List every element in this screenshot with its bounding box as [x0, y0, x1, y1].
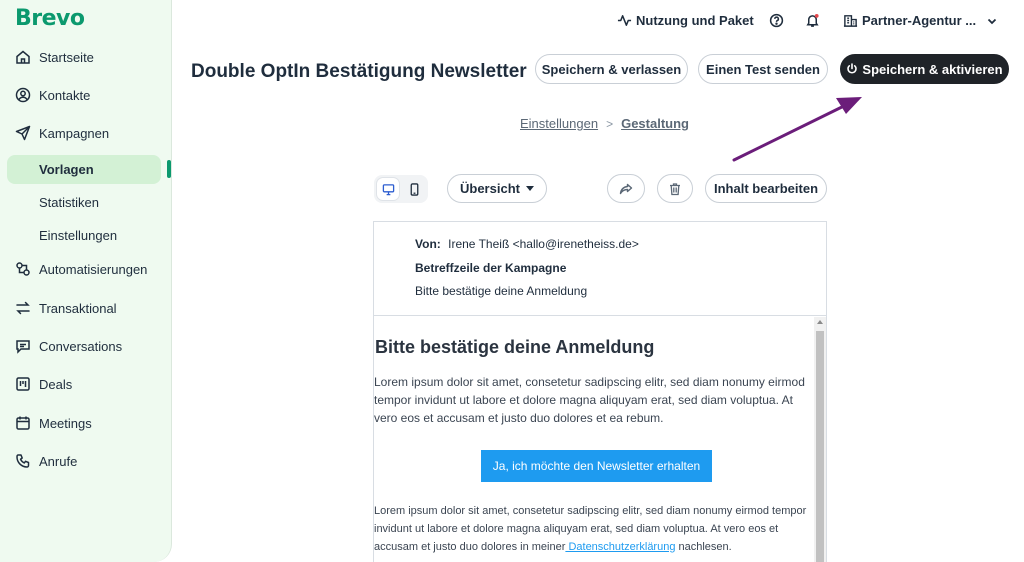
usage-plan-label: Nutzung und Paket — [636, 13, 754, 28]
sender-line: Von: Irene Theiß <hallo@irenetheiss.de> — [415, 237, 639, 251]
help-icon — [769, 13, 784, 28]
send-test-button[interactable]: Einen Test senden — [698, 54, 828, 84]
sidebar-item-label: Transaktional — [39, 300, 117, 316]
email-paragraph: Lorem ipsum dolor sit amet, consetetur s… — [374, 375, 805, 425]
scroll-up-icon[interactable] — [817, 320, 823, 324]
desktop-icon — [382, 183, 394, 195]
send-icon — [15, 125, 31, 141]
chat-icon — [15, 338, 31, 354]
sidebar-item-label: Startseite — [39, 49, 94, 65]
sidebar-item-label: Deals — [39, 376, 73, 392]
usage-plan-link[interactable]: Nutzung und Paket — [617, 13, 754, 28]
user-circle-icon — [15, 87, 31, 103]
sidebar-subitem-einstellungen[interactable]: Einstellungen — [39, 228, 117, 243]
brevo-logo[interactable]: Brevo — [15, 6, 85, 31]
email-footer-text: Lorem ipsum dolor sit amet, consetetur s… — [374, 502, 814, 556]
calendar-icon — [15, 415, 31, 431]
device-toggle — [374, 175, 428, 203]
account-switcher[interactable]: Partner-Agentur ... — [843, 13, 998, 28]
help-button[interactable] — [769, 13, 784, 28]
breadcrumb: Einstellungen > Gestaltung — [520, 116, 689, 131]
delete-button[interactable] — [657, 174, 693, 203]
scroll-thumb[interactable] — [816, 331, 824, 562]
notifications-button[interactable] — [805, 13, 820, 28]
mobile-icon — [410, 182, 418, 196]
save-and-activate-label: Speichern & aktivieren — [862, 61, 1003, 77]
sidebar-item-conversations[interactable]: Conversations — [0, 331, 172, 361]
sidebar-item-kontakte[interactable]: Kontakte — [0, 80, 172, 110]
power-icon — [847, 63, 858, 74]
sidebar-item-label: Kampagnen — [39, 125, 110, 141]
sidebar-item-label: Conversations — [39, 338, 123, 354]
active-indicator — [167, 160, 171, 178]
breadcrumb-step-settings[interactable]: Einstellungen — [520, 116, 598, 131]
activity-icon — [617, 15, 632, 26]
view-select-value: Übersicht — [460, 181, 520, 196]
sidebar-item-kampagnen[interactable]: Kampagnen — [0, 118, 172, 148]
privacy-policy-link[interactable]: Datenschutzerklärung — [565, 541, 675, 553]
sidebar-subitem-vorlagen[interactable]: Vorlagen — [39, 162, 94, 177]
desktop-view-button[interactable] — [377, 178, 399, 200]
sidebar-subitem-statistiken[interactable]: Statistiken — [39, 195, 99, 210]
sidebar-item-label: Anrufe — [39, 453, 78, 469]
sidebar-item-label: Meetings — [39, 415, 92, 431]
edit-content-button[interactable]: Inhalt bearbeiten — [705, 174, 827, 203]
mobile-view-button[interactable] — [403, 178, 425, 200]
sidebar-item-meetings[interactable]: Meetings — [0, 408, 172, 438]
save-and-activate-button[interactable]: Speichern & aktivieren — [840, 54, 1009, 84]
page-title: Double OptIn Bestätigung Newsletter — [191, 61, 527, 82]
sidebar-item-anrufe[interactable]: Anrufe — [0, 446, 172, 476]
save-and-exit-button[interactable]: Speichern & verlassen — [535, 54, 688, 84]
sidebar-item-startseite[interactable]: Startseite — [0, 42, 172, 72]
caret-down-icon — [526, 186, 534, 191]
footer-tail: nachlesen. — [675, 541, 732, 553]
sidebar: Brevo Startseite Kontakte Kampagnen Vorl… — [0, 0, 172, 562]
share-button[interactable] — [607, 174, 645, 203]
email-meta: Von: Irene Theiß <hallo@irenetheiss.de> … — [374, 222, 826, 316]
share-icon — [619, 183, 633, 194]
bell-icon — [806, 13, 819, 27]
arrows-exchange-icon — [15, 300, 31, 316]
kanban-icon — [15, 376, 31, 392]
view-select[interactable]: Übersicht — [447, 174, 547, 203]
sidebar-item-deals[interactable]: Deals — [0, 369, 172, 399]
trash-icon — [670, 182, 680, 195]
email-scrollbar[interactable] — [814, 317, 826, 562]
phone-icon — [15, 453, 31, 469]
sidebar-item-transaktional[interactable]: Transaktional — [0, 293, 172, 323]
account-name: Partner-Agentur ... — [862, 13, 977, 28]
subject-line: Betreffzeile der Kampagne — [415, 261, 567, 275]
building-icon — [843, 15, 858, 27]
from-value: Irene Theiß <hallo@irenetheiss.de> — [448, 237, 639, 251]
sidebar-item-label: Automatisierungen — [39, 261, 148, 277]
breadcrumb-step-design[interactable]: Gestaltung — [621, 116, 689, 131]
chevron-right-icon: > — [606, 116, 614, 131]
email-heading: Bitte bestätige deine Anmeldung — [375, 337, 655, 357]
preview-text: Bitte bestätige deine Anmeldung — [415, 284, 588, 298]
app: Brevo Startseite Kontakte Kampagnen Vorl… — [0, 0, 1024, 562]
sidebar-item-automatisierungen[interactable]: Automatisierungen — [0, 254, 172, 284]
automation-icon — [15, 261, 31, 277]
chevron-down-icon — [987, 18, 997, 24]
email-preview: Von: Irene Theiß <hallo@irenetheiss.de> … — [373, 221, 827, 562]
sidebar-item-label: Kontakte — [39, 87, 91, 103]
home-icon — [15, 49, 31, 65]
confirm-subscription-button[interactable]: Ja, ich möchte den Newsletter erhalten — [481, 450, 712, 482]
email-body: Bitte bestätige deine Anmeldung Lorem ip… — [374, 317, 814, 562]
from-label: Von: — [415, 237, 441, 251]
